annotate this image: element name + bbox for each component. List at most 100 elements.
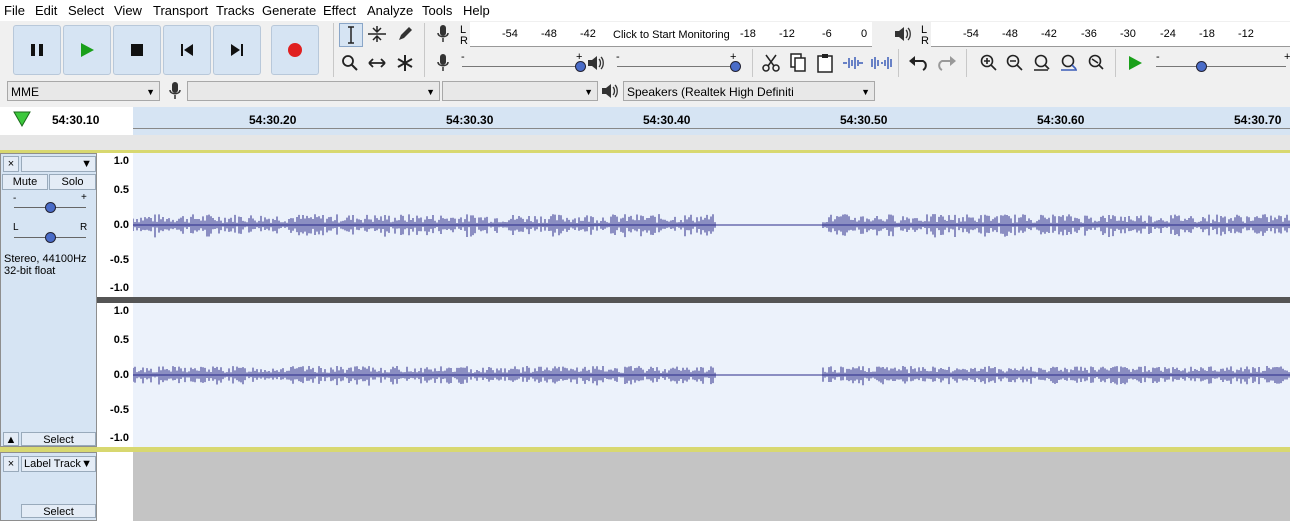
audio-host-select[interactable]: MME ▼ [7, 81, 160, 101]
audio-track-control-panel[interactable]: × ▼ Mute Solo - + L R Stereo, 44100Hz 32… [0, 153, 97, 447]
label-track-area[interactable] [133, 452, 1290, 521]
i-beam-icon [348, 26, 354, 44]
waveform-path [133, 366, 1290, 386]
menu-generate[interactable]: Generate [262, 3, 316, 18]
asterisk-icon [397, 55, 413, 71]
stop-button[interactable] [113, 25, 161, 75]
time-shift-tool[interactable] [366, 52, 388, 74]
play-icon [1129, 56, 1142, 70]
play-meter-icon[interactable] [892, 23, 914, 45]
solo-button[interactable]: Solo [49, 174, 96, 190]
play-meter[interactable] [931, 22, 1290, 47]
fit-selection-button[interactable] [1031, 52, 1053, 74]
zoom-in-button[interactable] [978, 52, 1000, 74]
meter-tick: -12 [1238, 28, 1254, 40]
speaker-icon [588, 56, 604, 70]
play-speed-slider[interactable] [1156, 66, 1286, 67]
redo-icon [938, 56, 956, 71]
menu-effect[interactable]: Effect [323, 3, 356, 18]
copy-icon [790, 53, 806, 72]
menu-tools[interactable]: Tools [422, 3, 452, 18]
draw-tool[interactable] [394, 23, 416, 45]
slider-minus: - [461, 51, 465, 63]
skip-to-end-button[interactable] [213, 25, 261, 75]
waveform-svg [133, 214, 1290, 386]
undo-button[interactable] [908, 52, 930, 74]
silence-audio-button[interactable] [870, 52, 892, 74]
zoom-tool[interactable] [339, 52, 361, 74]
meter-tick: -54 [502, 28, 518, 40]
select-label-track-button[interactable]: Select [21, 504, 96, 518]
pause-button[interactable] [13, 25, 61, 75]
meter-tick: 0 [861, 28, 868, 40]
meter-right-label: R [921, 35, 929, 47]
fit-project-button[interactable] [1058, 52, 1080, 74]
chevron-down-icon: ▼ [81, 158, 92, 170]
triangle-down-icon [13, 111, 31, 128]
pan-slider-thumb[interactable] [45, 232, 56, 243]
menu-transport[interactable]: Transport [153, 3, 208, 18]
separator [424, 23, 425, 77]
playback-volume-slider[interactable] [617, 66, 735, 67]
playback-device-select[interactable]: Speakers (Realtek High Definiti ▼ [623, 81, 875, 101]
scale-label: -1.0 [110, 282, 129, 294]
skip-end-icon [231, 44, 243, 56]
zoom-toggle-icon [1088, 54, 1104, 70]
skip-to-start-button[interactable] [163, 25, 211, 75]
meter-tick: -36 [1081, 28, 1097, 40]
play-button[interactable] [63, 25, 111, 75]
chevron-down-icon: ▼ [861, 87, 870, 97]
gain-minus-label: - [13, 193, 17, 204]
menu-analyze[interactable]: Analyze [367, 3, 413, 18]
recording-channels-select[interactable]: ▼ [442, 81, 598, 101]
play-icon [81, 43, 94, 57]
track-menu-button[interactable]: ▼ [21, 156, 96, 172]
menu-help[interactable]: Help [463, 3, 490, 18]
selection-tool[interactable] [339, 23, 363, 47]
ruler-start-label: 54:30.10 [52, 113, 100, 127]
menu-file[interactable]: File [4, 3, 25, 18]
close-icon: × [7, 158, 15, 170]
record-meter-icon[interactable] [432, 23, 454, 45]
gain-slider-thumb[interactable] [45, 202, 56, 213]
start-monitoring-text[interactable]: Click to Start Monitoring [613, 29, 730, 41]
waveform-right [133, 366, 1290, 386]
multi-tool[interactable] [394, 52, 416, 74]
zoom-toggle-button[interactable] [1085, 52, 1107, 74]
select-track-button[interactable]: Select [21, 432, 96, 446]
zoom-out-button[interactable] [1004, 52, 1026, 74]
slider-minus: - [616, 51, 620, 63]
trim-audio-button[interactable] [842, 52, 864, 74]
label-track-control-panel[interactable]: × Label Track ▼ Select [0, 452, 97, 521]
mute-button[interactable]: Mute [2, 174, 48, 190]
menu-select[interactable]: Select [68, 3, 104, 18]
waveform-left [133, 214, 1290, 238]
paste-button[interactable] [814, 52, 836, 74]
redo-button[interactable] [935, 52, 957, 74]
speaker-icon [895, 27, 911, 41]
recording-volume-icon [432, 52, 454, 74]
slider-thumb[interactable] [730, 61, 741, 72]
timeline-ruler-track[interactable] [133, 107, 1290, 135]
menu-edit[interactable]: Edit [35, 3, 57, 18]
recording-device-select[interactable]: ▼ [187, 81, 440, 101]
recording-volume-slider[interactable] [462, 66, 580, 67]
pinned-head-button[interactable] [12, 110, 32, 128]
copy-button[interactable] [787, 52, 809, 74]
meter-tick: -6 [822, 28, 832, 40]
label-track-menu-button[interactable]: Label Track ▼ [21, 456, 96, 472]
menu-view[interactable]: View [114, 3, 142, 18]
menu-tracks[interactable]: Tracks [216, 3, 255, 18]
close-label-track-button[interactable]: × [3, 456, 19, 472]
stop-icon [131, 44, 143, 56]
fit-selection-icon [1034, 54, 1050, 71]
record-button[interactable] [271, 25, 319, 75]
close-track-button[interactable]: × [3, 156, 19, 172]
scale-label: -0.5 [110, 404, 129, 416]
collapse-track-button[interactable]: ▲ [3, 432, 19, 446]
play-at-speed-button[interactable] [1124, 52, 1146, 74]
cut-button[interactable] [760, 52, 782, 74]
envelope-tool[interactable] [366, 23, 388, 45]
slider-thumb[interactable] [1196, 61, 1207, 72]
meter-tick: -48 [541, 28, 557, 40]
